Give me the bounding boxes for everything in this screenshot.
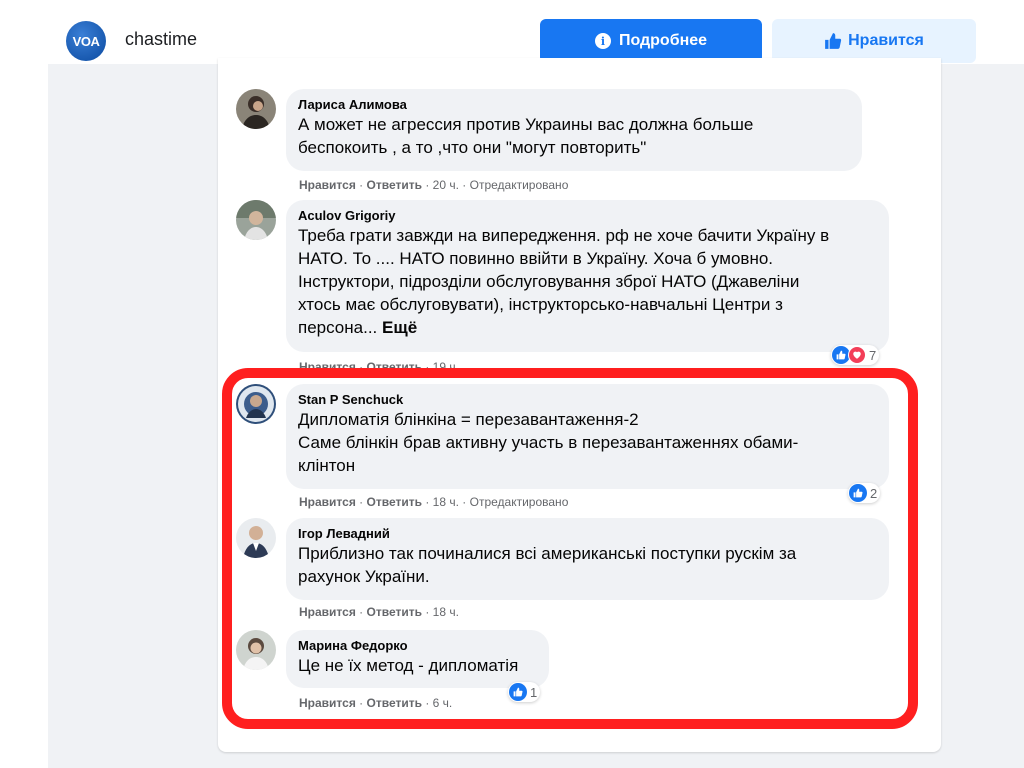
comment-author[interactable]: Aculov Grigoriy — [298, 208, 877, 224]
reactions-summary[interactable]: 7 — [831, 345, 880, 365]
comment-text-line: Це не їх метод - дипломатія — [298, 656, 519, 675]
comment-bubble: Stan P Senchuck Дипломатія блінкіна = пе… — [286, 384, 889, 489]
like-link[interactable]: Нравится — [299, 178, 356, 192]
comment-text-line: Саме блінкін брав активну участь в перез… — [298, 433, 799, 452]
comment-actions: Нравится · Ответить · 6 ч. — [299, 696, 453, 710]
reply-link[interactable]: Ответить — [367, 495, 422, 509]
comment-actions: Нравится · Ответить · 20 ч. · Отредактир… — [299, 178, 569, 192]
reply-link[interactable]: Ответить — [367, 360, 422, 374]
reply-link[interactable]: Ответить — [367, 605, 422, 619]
comment-time[interactable]: 18 ч. — [433, 605, 459, 619]
comment-actions: Нравится · Ответить · 18 ч. · Отредактир… — [299, 495, 569, 509]
more-info-label: Подробнее — [618, 32, 708, 49]
comment-author[interactable]: Stan P Senchuck — [298, 392, 877, 408]
comment-text-line: А может не агрессия против Украины вас д… — [298, 115, 754, 134]
comment-bubble: Ігор Левадний Приблизно так починалися в… — [286, 518, 889, 600]
reply-link[interactable]: Ответить — [367, 696, 422, 710]
comment-bubble: Марина Федорко Це не їх метод - дипломат… — [286, 630, 549, 688]
more-info-button[interactable]: i Подробнее — [540, 19, 762, 63]
edited-label: Отредактировано — [469, 495, 569, 509]
comment-text-line: НАТО. То .... НАТО повинно ввійти в Укра… — [298, 249, 774, 268]
like-page-label: Нравится — [848, 32, 924, 49]
comment-text-line: рахунок України. — [298, 567, 430, 586]
comment-time[interactable]: 6 ч. — [433, 696, 453, 710]
comment-text-line: Дипломатія блінкіна = перезавантаження-2 — [298, 410, 639, 429]
comment-time[interactable]: 20 ч. — [433, 178, 459, 192]
comment-text-line: Інструктори, підрозділи обслуговування з… — [298, 272, 800, 291]
like-link[interactable]: Нравится — [299, 605, 356, 619]
love-reaction-icon — [848, 346, 866, 364]
reply-link[interactable]: Ответить — [367, 178, 422, 192]
comment-actions: Нравится · Ответить · 19 ч. — [299, 360, 459, 374]
comment-text-line: персона... — [298, 318, 378, 337]
avatar[interactable] — [236, 89, 276, 129]
reaction-count: 7 — [869, 347, 877, 363]
comment-time[interactable]: 19 ч. — [433, 360, 459, 374]
comment-actions: Нравится · Ответить · 18 ч. — [299, 605, 459, 619]
comment-author[interactable]: Марина Федорко — [298, 638, 537, 654]
comment-text-line: Треба грати завжди на випередження. рф н… — [298, 226, 830, 245]
page-name[interactable]: chastime — [125, 29, 197, 50]
like-reaction-icon — [509, 683, 527, 701]
comment-text-line: беспокоить , а то ,что они "могут повтор… — [298, 138, 647, 157]
avatar[interactable] — [236, 200, 276, 240]
edited-label: Отредактировано — [469, 178, 569, 192]
reaction-count: 2 — [870, 485, 878, 501]
comment-author[interactable]: Лариса Алимова — [298, 97, 850, 113]
reactions-summary[interactable]: 2 — [848, 483, 881, 503]
comment-text-line: клінтон — [298, 456, 356, 475]
comment-text-line: Приблизно так починалися всі американськ… — [298, 544, 797, 563]
comment-text-line: хтось має обслуговувати), інструкторсько… — [298, 295, 783, 314]
like-link[interactable]: Нравится — [299, 360, 356, 374]
comment-author[interactable]: Ігор Левадний — [298, 526, 877, 542]
like-page-button[interactable]: Нравится — [772, 19, 976, 63]
see-more-link[interactable]: Ещё — [382, 318, 417, 337]
like-reaction-icon — [849, 484, 867, 502]
page-logo[interactable]: VOA — [66, 21, 106, 61]
thumbs-up-icon — [825, 33, 842, 49]
comment-bubble: Aculov Grigoriy Треба грати завжди на ви… — [286, 200, 889, 352]
comment-time[interactable]: 18 ч. — [433, 495, 459, 509]
comment-bubble: Лариса Алимова А может не агрессия проти… — [286, 89, 862, 171]
like-link[interactable]: Нравится — [299, 696, 356, 710]
reactions-summary[interactable]: 1 — [508, 682, 541, 702]
avatar[interactable] — [236, 630, 276, 670]
like-link[interactable]: Нравится — [299, 495, 356, 509]
logo-text: VOA — [72, 33, 100, 49]
reaction-count: 1 — [530, 684, 538, 700]
avatar[interactable] — [236, 518, 276, 558]
info-icon: i — [594, 33, 611, 49]
avatar[interactable] — [236, 384, 276, 424]
